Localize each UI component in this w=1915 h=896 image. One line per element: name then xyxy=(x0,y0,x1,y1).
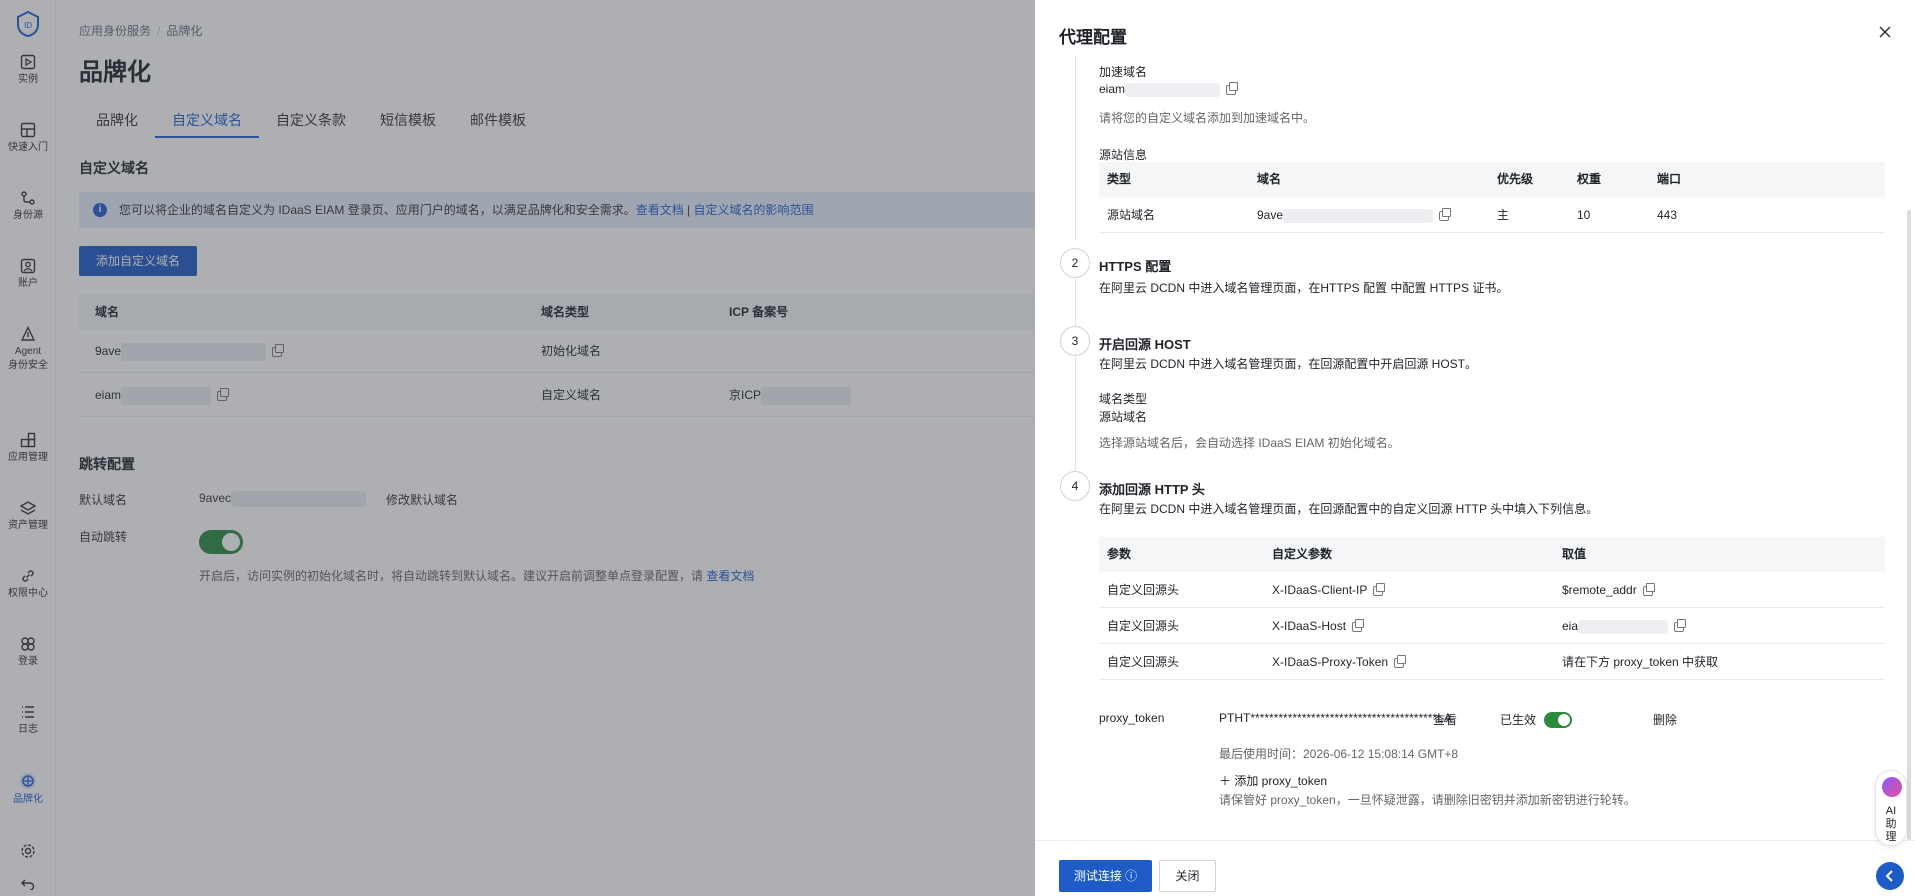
redacted-block xyxy=(1578,619,1669,634)
close-button[interactable]: 关闭 xyxy=(1159,860,1216,892)
table-row: 自定义回源头 X-IDaaS-Client-IP $remote_addr xyxy=(1099,572,1885,608)
delete-token-link[interactable]: 删除 xyxy=(1653,711,1677,728)
column-header: 优先级 xyxy=(1497,172,1534,186)
step-description: 在阿里云 DCDN 中进入域名管理页面，在HTTPS 配置 中配置 HTTPS … xyxy=(1099,281,1509,295)
modal-overlay[interactable] xyxy=(0,0,1035,896)
accel-domain-value: eiam xyxy=(1099,81,1239,97)
header-table-header: 参数 自定义参数 取值 xyxy=(1099,537,1885,572)
drawer-footer: 测试连接 ⓘ 关闭 xyxy=(1035,840,1915,896)
column-header: 端口 xyxy=(1657,172,1682,186)
origin-table: 类型 域名 优先级 权重 端口 源站域名 9ave 主 10 443 xyxy=(1099,162,1885,233)
help-icon: ⓘ xyxy=(1121,869,1138,883)
copy-icon[interactable] xyxy=(1439,207,1452,221)
proxy-token-value: PTHT************************************… xyxy=(1219,711,1452,725)
ai-assistant-button[interactable]: AI 助 理 xyxy=(1875,770,1907,846)
table-row: 源站域名 9ave 主 10 443 xyxy=(1099,197,1885,233)
origin-table-header: 类型 域名 优先级 权重 端口 xyxy=(1099,162,1885,197)
drawer-body: 加速域名 eiam 请将您的自定义域名添加到加速域名中。 源站信息 类型 域名 … xyxy=(1035,55,1915,840)
copy-icon[interactable] xyxy=(1226,81,1239,95)
redacted-block xyxy=(1125,82,1221,97)
step-description: 在阿里云 DCDN 中进入域名管理页面，在回源配置中的自定义回源 HTTP 头中… xyxy=(1099,502,1599,516)
column-header: 参数 xyxy=(1107,547,1132,561)
step-number: 2 xyxy=(1060,248,1090,278)
step-description: 在阿里云 DCDN 中进入域名管理页面，在回源配置中开启回源 HOST。 xyxy=(1099,357,1478,371)
close-icon[interactable] xyxy=(1877,24,1893,40)
add-token-link[interactable]: ＋ 添加 proxy_token xyxy=(1219,772,1327,789)
origin-info-label: 源站信息 xyxy=(1099,148,1148,162)
copy-icon[interactable] xyxy=(1373,582,1386,596)
copy-icon[interactable] xyxy=(1394,654,1407,668)
table-row: 自定义回源头 X-IDaaS-Host eia xyxy=(1099,608,1885,644)
host-type-hint: 选择源站域名后，会自动选择 IDaaS EIAM 初始化域名。 xyxy=(1099,436,1400,450)
accel-domain-hint: 请将您的自定义域名添加到加速域名中。 xyxy=(1099,111,1316,125)
chevron-left-icon xyxy=(1885,870,1893,882)
proxy-config-drawer: 代理配置 加速域名 eiam 请将您的自定义域名添加到加速域名中。 源站信息 类… xyxy=(1035,0,1915,896)
test-connection-button[interactable]: 测试连接 ⓘ xyxy=(1059,860,1152,892)
step-number: 4 xyxy=(1060,471,1090,501)
step-title: 添加回源 HTTP 头 xyxy=(1099,482,1205,497)
copy-icon[interactable] xyxy=(1642,582,1655,596)
ai-assistant-icon xyxy=(1882,777,1902,797)
step-title: 开启回源 HOST xyxy=(1099,337,1191,352)
host-type-label: 域名类型 xyxy=(1099,392,1148,406)
copy-icon[interactable] xyxy=(1352,618,1365,632)
view-token-link[interactable]: 查看 xyxy=(1433,711,1457,728)
column-header: 域名 xyxy=(1257,172,1282,186)
step-connector xyxy=(1075,55,1076,241)
plus-icon: ＋ xyxy=(1219,774,1235,788)
redacted-block xyxy=(1283,208,1434,223)
column-header: 类型 xyxy=(1107,172,1132,186)
drawer-scrollbar[interactable] xyxy=(1907,210,1911,840)
token-last-used: 最后使用时间：2026-06-12 15:08:14 GMT+8 xyxy=(1219,747,1459,761)
column-header: 自定义参数 xyxy=(1272,547,1333,561)
collapse-button[interactable] xyxy=(1876,862,1904,890)
accel-domain-label: 加速域名 xyxy=(1099,65,1148,79)
copy-icon[interactable] xyxy=(1674,618,1687,632)
step-connector xyxy=(1075,278,1076,326)
column-header: 权重 xyxy=(1577,172,1602,186)
header-table: 参数 自定义参数 取值 自定义回源头 X-IDaaS-Client-IP $re… xyxy=(1099,537,1885,680)
step-title: HTTPS 配置 xyxy=(1099,259,1172,274)
app-root: ID 实例 快速入门 身份源 账户 Agent 身份安全 应用管理 资产管理 权… xyxy=(0,0,1915,896)
column-header: 取值 xyxy=(1562,547,1587,561)
token-status-toggle[interactable] xyxy=(1544,712,1572,728)
step-connector xyxy=(1075,356,1076,471)
token-warning: 请保管好 proxy_token，一旦怀疑泄露，请删除旧密钥并添加新密钥进行轮转… xyxy=(1219,793,1636,807)
drawer-title: 代理配置 xyxy=(1059,28,1127,47)
host-type-value: 源站域名 xyxy=(1099,410,1148,424)
proxy-token-label: proxy_token xyxy=(1099,711,1165,725)
table-row: 自定义回源头 X-IDaaS-Proxy-Token 请在下方 proxy_to… xyxy=(1099,644,1885,680)
step-number: 3 xyxy=(1060,326,1090,356)
token-status-label: 已生效 xyxy=(1500,713,1537,727)
